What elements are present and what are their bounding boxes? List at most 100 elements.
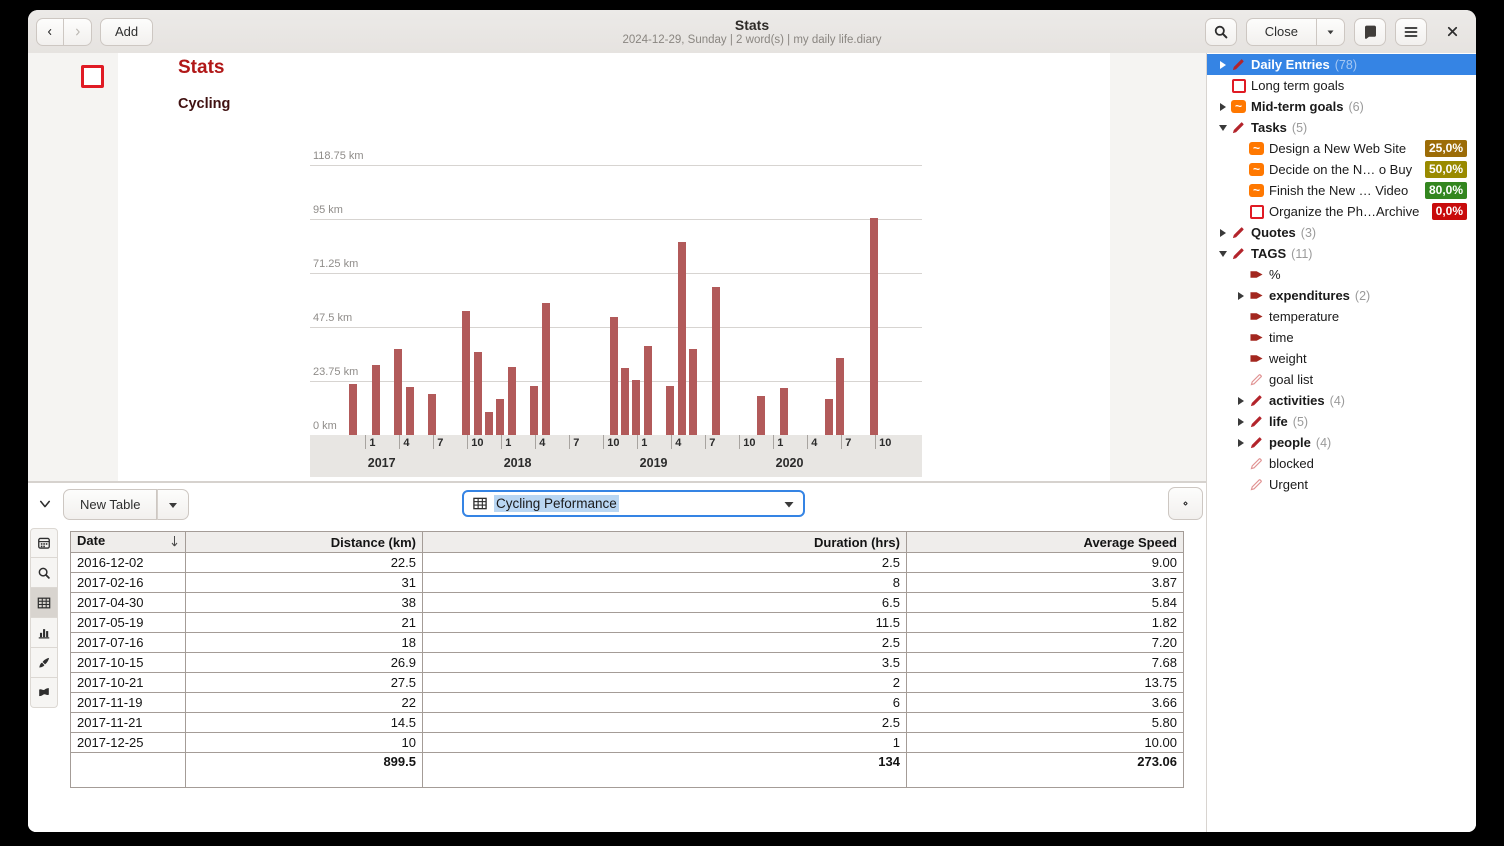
progress-badge: 50,0% bbox=[1425, 161, 1467, 178]
bookmarks-button[interactable] bbox=[1354, 18, 1386, 46]
table-row[interactable]: 2017-10-2127.5213.75 bbox=[71, 673, 1184, 693]
chart-bar bbox=[757, 396, 765, 435]
x-axis-year-label: 2017 bbox=[368, 456, 396, 470]
pencil-icon bbox=[1230, 57, 1247, 73]
expand-arrow-icon[interactable] bbox=[1215, 99, 1230, 114]
x-axis-tick bbox=[467, 435, 468, 449]
table-row[interactable]: 2017-11-192263.66 bbox=[71, 693, 1184, 713]
sidebar-item-activities[interactable]: activities(4) bbox=[1207, 390, 1476, 411]
sidebar-item-label: Long term goals bbox=[1251, 78, 1344, 93]
table-settings-button[interactable] bbox=[1168, 487, 1203, 520]
table-row[interactable]: 2017-11-2114.52.55.80 bbox=[71, 713, 1184, 733]
expander-spacer bbox=[1233, 309, 1248, 324]
search-button[interactable] bbox=[1205, 18, 1237, 46]
sidebar-item-people[interactable]: people(4) bbox=[1207, 432, 1476, 453]
item-count: (11) bbox=[1291, 247, 1312, 261]
table-selector-combobox[interactable]: Cycling Peformance bbox=[462, 490, 805, 517]
sidebar-item-quotes[interactable]: Quotes(3) bbox=[1207, 222, 1476, 243]
table-row[interactable]: 2017-07-16182.57.20 bbox=[71, 633, 1184, 653]
sidebar-item-design-a-new-web-site[interactable]: ~Design a New Web Site25,0% bbox=[1207, 138, 1476, 159]
chart-bar bbox=[542, 303, 550, 435]
sidebar-item-finish-the-new-video[interactable]: ~Finish the New … Video80,0% bbox=[1207, 180, 1476, 201]
sidebar-item-blocked[interactable]: blocked bbox=[1207, 453, 1476, 474]
table-row[interactable]: 2017-12-2510110.00 bbox=[71, 733, 1184, 753]
filters-view-button[interactable] bbox=[30, 678, 58, 708]
expand-arrow-icon[interactable] bbox=[1233, 414, 1248, 429]
sidebar-item-temperature[interactable]: temperature bbox=[1207, 306, 1476, 327]
expand-arrow-icon[interactable] bbox=[1215, 57, 1230, 72]
x-axis-month-label: 1 bbox=[641, 437, 647, 449]
x-axis-month-label: 10 bbox=[879, 437, 891, 449]
expand-arrow-icon[interactable] bbox=[1233, 288, 1248, 303]
x-axis-tick bbox=[671, 435, 672, 449]
table-row[interactable]: 2016-12-0222.52.59.00 bbox=[71, 553, 1184, 573]
x-axis-month-label: 10 bbox=[743, 437, 755, 449]
tag-icon bbox=[1248, 351, 1265, 367]
sidebar-item-label: temperature bbox=[1269, 309, 1339, 324]
pencil-icon bbox=[1249, 435, 1264, 450]
column-header-duration-hrs[interactable]: Duration (hrs) bbox=[423, 532, 907, 553]
total-cell bbox=[71, 753, 186, 788]
themes-view-button[interactable] bbox=[30, 648, 58, 678]
column-header-distance-km[interactable]: Distance (km) bbox=[186, 532, 423, 553]
chart-bar bbox=[610, 317, 618, 435]
charts-view-button[interactable] bbox=[30, 618, 58, 648]
sidebar-item-long-term-goals[interactable]: Long term goals bbox=[1207, 75, 1476, 96]
main-menu-button[interactable] bbox=[1395, 18, 1427, 46]
chart-bar bbox=[712, 287, 720, 435]
new-table-menu-arrow[interactable] bbox=[157, 489, 189, 520]
sidebar-item-goal-list[interactable]: goal list bbox=[1207, 369, 1476, 390]
chart-bar bbox=[644, 346, 652, 435]
new-table-button[interactable]: New Table bbox=[63, 489, 157, 520]
table-cell: 1.82 bbox=[907, 613, 1184, 633]
y-axis-label: 47.5 km bbox=[313, 312, 352, 324]
sidebar-item-tags[interactable]: TAGS(11) bbox=[1207, 243, 1476, 264]
x-axis-month-label: 4 bbox=[403, 437, 409, 449]
y-axis-label: 71.25 km bbox=[313, 258, 358, 270]
header-bar: Add Stats 2024-12-29, Sunday | 2 word(s)… bbox=[28, 10, 1476, 54]
expander-spacer bbox=[1233, 162, 1248, 177]
sidebar-item-percent[interactable]: % bbox=[1207, 264, 1476, 285]
window-close-button[interactable] bbox=[1436, 18, 1468, 46]
sidebar-item-life[interactable]: life(5) bbox=[1207, 411, 1476, 432]
table-row[interactable]: 2017-02-163183.87 bbox=[71, 573, 1184, 593]
close-diary-button[interactable]: Close bbox=[1246, 18, 1317, 46]
table-row[interactable]: 2017-04-30386.55.84 bbox=[71, 593, 1184, 613]
tag-icon bbox=[1248, 288, 1265, 304]
tables-view-button[interactable] bbox=[30, 588, 58, 618]
section-heading: Cycling bbox=[178, 96, 230, 112]
table-cell: 7.68 bbox=[907, 653, 1184, 673]
collapse-panel-button[interactable] bbox=[33, 493, 57, 515]
back-button[interactable] bbox=[36, 18, 64, 46]
x-axis-tick bbox=[433, 435, 434, 449]
sidebar-item-daily-entries[interactable]: Daily Entries(78) bbox=[1207, 54, 1476, 75]
search-view-button[interactable] bbox=[30, 558, 58, 588]
expand-arrow-icon[interactable] bbox=[1215, 225, 1230, 240]
sidebar-item-expenditures[interactable]: expenditures(2) bbox=[1207, 285, 1476, 306]
sidebar-item-urgent[interactable]: Urgent bbox=[1207, 474, 1476, 495]
table-row[interactable]: 2017-05-192111.51.82 bbox=[71, 613, 1184, 633]
chart-bar bbox=[530, 386, 538, 435]
table-row[interactable]: 2017-10-1526.93.57.68 bbox=[71, 653, 1184, 673]
sidebar-item-time[interactable]: time bbox=[1207, 327, 1476, 348]
table-cell: 38 bbox=[186, 593, 423, 613]
column-header-average-speed[interactable]: Average Speed bbox=[907, 532, 1184, 553]
expand-arrow-icon[interactable] bbox=[1233, 435, 1248, 450]
forward-button[interactable] bbox=[64, 18, 92, 46]
sidebar-item-weight[interactable]: weight bbox=[1207, 348, 1476, 369]
sidebar-item-tasks[interactable]: Tasks(5) bbox=[1207, 117, 1476, 138]
expand-arrow-icon[interactable] bbox=[1233, 393, 1248, 408]
y-axis-label: 95 km bbox=[313, 204, 343, 216]
sidebar-item-organize-the-ph-archive[interactable]: Organize the Ph…Archive0,0% bbox=[1207, 201, 1476, 222]
sidebar-item-decide-on-the-n-o-buy[interactable]: ~Decide on the N… o Buy50,0% bbox=[1207, 159, 1476, 180]
chart-bar bbox=[825, 399, 833, 435]
x-axis-tick bbox=[365, 435, 366, 449]
calendar-view-button[interactable] bbox=[30, 528, 58, 558]
column-header-date[interactable]: Date bbox=[71, 532, 186, 553]
add-button[interactable]: Add bbox=[100, 18, 153, 46]
collapse-arrow-icon[interactable] bbox=[1215, 246, 1230, 261]
close-menu-arrow-button[interactable] bbox=[1317, 18, 1345, 46]
sidebar-item-mid-term-goals[interactable]: ~Mid-term goals(6) bbox=[1207, 96, 1476, 117]
x-axis-month-label: 4 bbox=[675, 437, 681, 449]
collapse-arrow-icon[interactable] bbox=[1215, 120, 1230, 135]
